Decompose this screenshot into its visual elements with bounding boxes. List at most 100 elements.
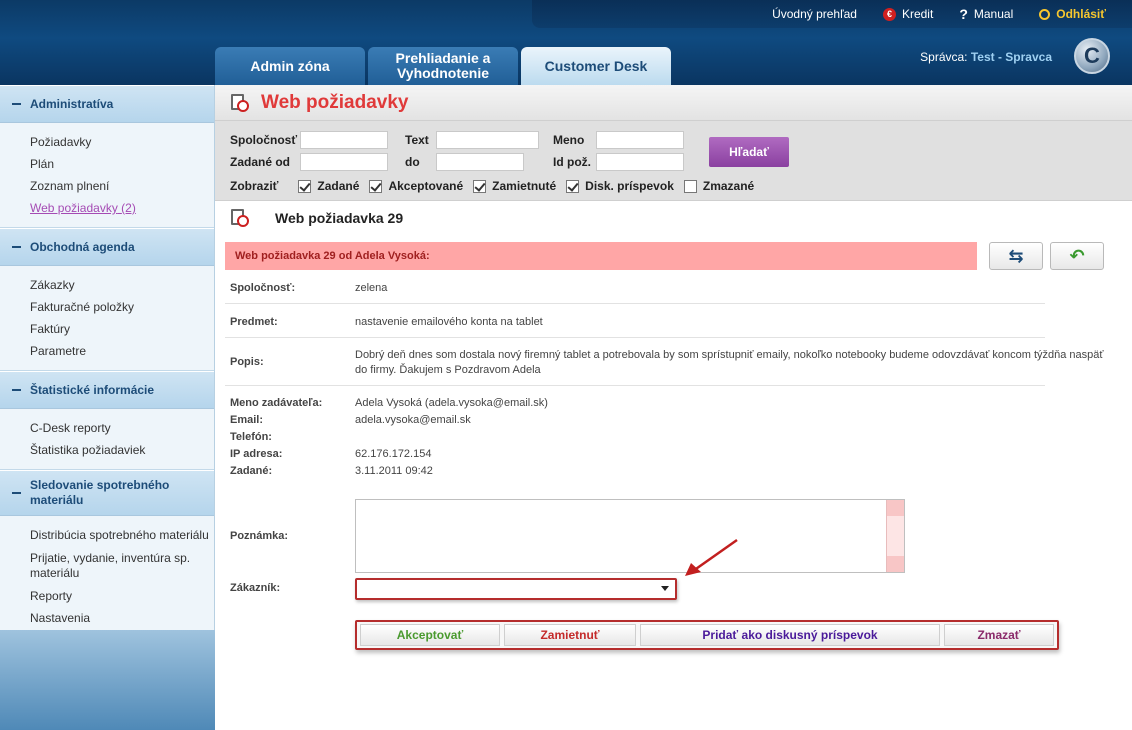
collapse-icon xyxy=(12,492,21,494)
description-value: Dobrý deň dnes som dostala nový firemný … xyxy=(355,349,1104,376)
c-desk-logo: C xyxy=(1074,38,1110,74)
delete-button[interactable]: Zmazať xyxy=(944,624,1054,646)
date-from-input[interactable] xyxy=(300,153,388,171)
tab-prehliadanie[interactable]: Prehliadanie a Vyhodnotenie xyxy=(368,47,518,85)
divider xyxy=(225,385,1045,386)
company-filter-label: Spoločnosť xyxy=(230,133,298,147)
phone-label: Telefón: xyxy=(230,431,272,443)
ip-value: 62.176.172.154 xyxy=(355,448,432,460)
sidebar-footer xyxy=(0,630,215,730)
sidebar-section-administrativa[interactable]: Administratíva xyxy=(0,85,214,123)
admin-info: Správca: Test - Spravca xyxy=(920,50,1052,64)
reject-button[interactable]: Zamietnuť xyxy=(504,624,636,646)
main-tabs: Admin zóna Prehliadanie a Vyhodnotenie C… xyxy=(215,47,671,85)
divider xyxy=(225,337,1045,338)
sidebar-items-statisticke: C-Desk reporty Štatistika požiadaviek xyxy=(0,409,214,470)
name-filter-label: Meno xyxy=(553,133,585,147)
note-textarea[interactable] xyxy=(355,499,905,573)
customer-label: Zákazník: xyxy=(230,582,281,594)
sidebar-item[interactable]: Štatistika požiadaviek xyxy=(30,439,214,461)
action-buttons: Akceptovať Zamietnuť Pridať ako diskusný… xyxy=(355,620,1059,650)
search-button[interactable]: Hľadať xyxy=(709,137,789,167)
sidebar-item[interactable]: C-Desk reporty xyxy=(30,417,214,439)
request-clock-icon xyxy=(231,93,249,112)
status-filter-row: Zobraziť Zadané Akceptované Zamietnuté D… xyxy=(230,179,755,193)
top-bar: Úvodný prehľad € Kredit ? Manual Odhlásiť xyxy=(532,0,1132,28)
sync-icon: ⇆ xyxy=(1008,245,1024,266)
sidebar-section-statisticke[interactable]: Štatistické informácie xyxy=(0,371,214,409)
requester-label: Meno zadávateľa: xyxy=(230,397,323,409)
request-banner: Web požiadavka 29 od Adela Vysoká: xyxy=(225,242,977,270)
text-filter-label: Text xyxy=(405,133,429,147)
sidebar-item[interactable]: Distribúcia spotrebného materiálu xyxy=(30,524,214,547)
subject-value: nastavenie emailového konta na tablet xyxy=(355,316,543,328)
collapse-icon xyxy=(12,389,21,391)
manual-link[interactable]: ? Manual xyxy=(959,5,1013,22)
sidebar-item[interactable]: Zoznam plnení xyxy=(30,175,214,197)
back-arrow-icon: ↶ xyxy=(1069,245,1085,266)
sidebar-item-web-poziadavky[interactable]: Web požiadavky (2) xyxy=(30,197,214,219)
app-header: Úvodný prehľad € Kredit ? Manual Odhlásiť … xyxy=(0,0,1132,85)
add-discussion-button[interactable]: Pridať ako diskusný príspevok xyxy=(640,624,940,646)
overview-link[interactable]: Úvodný prehľad xyxy=(772,7,857,21)
sidebar-section-sledovanie[interactable]: Sledovanie spotrebného materiálu xyxy=(0,470,214,516)
requester-value: Adela Vysoká (adela.vysoka@email.sk) xyxy=(355,397,548,409)
accept-button[interactable]: Akceptovať xyxy=(360,624,500,646)
annotation-arrow-icon xyxy=(685,538,738,576)
date-label: Zadané: xyxy=(230,465,273,477)
sidebar-item[interactable]: Plán xyxy=(30,153,214,175)
power-icon xyxy=(1039,8,1051,20)
company-filter-input[interactable] xyxy=(300,131,388,149)
sidebar-item[interactable]: Fakturačné položky xyxy=(30,296,214,318)
date-to-input[interactable] xyxy=(436,153,524,171)
checkbox-zmazane[interactable] xyxy=(683,179,697,193)
checkbox-zamietnute[interactable] xyxy=(473,179,487,193)
sidebar-section-obchodna-agenda[interactable]: Obchodná agenda xyxy=(0,228,214,266)
sidebar-items-administrativa: Požiadavky Plán Zoznam plnení Web požiad… xyxy=(0,123,214,228)
sidebar-item[interactable]: Prijatie, vydanie, inventúra sp. materiá… xyxy=(30,547,214,585)
note-label: Poznámka: xyxy=(230,530,289,542)
company-value: zelena xyxy=(355,282,388,294)
sidebar-item[interactable]: Požiadavky xyxy=(30,131,214,153)
sidebar-item[interactable]: Reporty xyxy=(30,585,214,607)
collapse-icon xyxy=(12,103,21,105)
back-button[interactable]: ↶ xyxy=(1050,242,1104,270)
logout-link[interactable]: Odhlásiť xyxy=(1039,7,1106,21)
id-filter-input[interactable] xyxy=(596,153,684,171)
description-label: Popis: xyxy=(230,356,264,368)
text-filter-input[interactable] xyxy=(436,131,539,149)
tab-customer-desk[interactable]: Customer Desk xyxy=(521,47,671,85)
chevron-down-icon xyxy=(661,586,669,591)
detail-header: Web požiadavka 29 xyxy=(231,209,403,227)
textarea-scrollbar[interactable] xyxy=(886,500,904,572)
euro-icon: € xyxy=(882,7,896,21)
show-label: Zobraziť xyxy=(230,179,279,193)
detail-title: Web požiadavka 29 xyxy=(275,210,404,226)
request-clock-icon xyxy=(231,209,249,227)
collapse-icon xyxy=(12,246,21,248)
sidebar-items-obchodna-agenda: Zákazky Fakturačné položky Faktúry Param… xyxy=(0,266,214,371)
admin-name[interactable]: Test - Spravca xyxy=(971,50,1052,64)
tab-admin-zona[interactable]: Admin zóna xyxy=(215,47,365,85)
date-value: 3.11.2011 09:42 xyxy=(355,465,433,477)
sidebar-item[interactable]: Parametre xyxy=(30,340,214,362)
refresh-button[interactable]: ⇆ xyxy=(989,242,1043,270)
sidebar-item[interactable]: Zákazky xyxy=(30,274,214,296)
date-from-label: Zadané od xyxy=(230,155,291,169)
customer-select[interactable] xyxy=(355,578,677,600)
divider xyxy=(225,303,1045,304)
checkbox-zadane[interactable] xyxy=(298,179,312,193)
subject-label: Predmet: xyxy=(230,316,278,328)
date-to-label: do xyxy=(405,155,420,169)
sidebar-item[interactable]: Nastavenia xyxy=(30,607,214,629)
question-icon: ? xyxy=(959,5,968,22)
page-header: Web požiadavky xyxy=(215,85,1132,121)
kredit-link[interactable]: € Kredit xyxy=(882,7,933,21)
checkbox-disk-prispevok[interactable] xyxy=(566,179,580,193)
checkbox-akceptovane[interactable] xyxy=(369,179,383,193)
name-filter-input[interactable] xyxy=(596,131,684,149)
email-value: adela.vysoka@email.sk xyxy=(355,414,471,426)
sidebar-item[interactable]: Faktúry xyxy=(30,318,214,340)
email-label: Email: xyxy=(230,414,264,426)
main-content: Web požiadavky Spoločnosť Text Meno Zada… xyxy=(215,85,1132,730)
